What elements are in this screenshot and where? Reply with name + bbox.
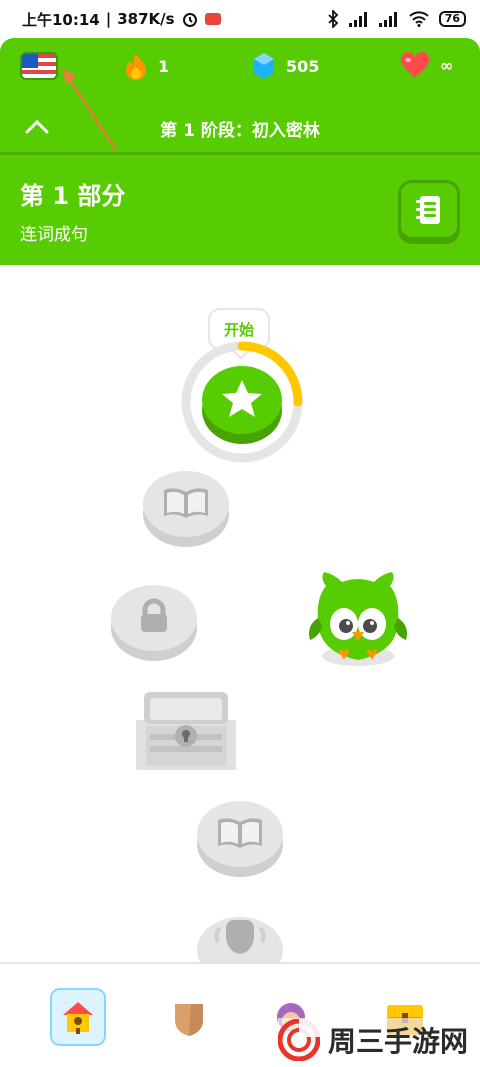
gems-counter[interactable]: 505 (252, 52, 319, 80)
status-right: 76 (327, 10, 466, 28)
notification-icon (204, 13, 221, 25)
streak-count: 1 (158, 56, 170, 76)
streak-counter[interactable]: 1 (124, 52, 169, 80)
gem-icon (254, 53, 274, 79)
gem-count: 505 (286, 56, 320, 76)
signal-icon-2 (378, 12, 397, 27)
fire-icon (126, 53, 146, 80)
status-network-speed: 387K/s (117, 10, 175, 28)
watermark-logo-icon (278, 1019, 320, 1061)
lesson-node-book-1[interactable] (142, 466, 230, 550)
guidebook-button[interactable] (398, 180, 460, 240)
battery-level: 76 (438, 11, 466, 27)
heart-icon (400, 52, 430, 77)
wifi-icon (408, 11, 429, 27)
flag-canton (22, 54, 38, 68)
trophy-node[interactable] (196, 912, 284, 962)
home-icon (63, 1002, 93, 1034)
hearts-count: ∞ (440, 55, 454, 75)
section-title: 第 1 部分 (20, 182, 126, 210)
book-icon (164, 488, 208, 518)
shield-icon (175, 1004, 203, 1036)
us-flag-icon[interactable] (20, 52, 58, 80)
section-subtitle: 连词成句 (20, 225, 88, 245)
hearts-counter[interactable]: ∞ (400, 52, 453, 78)
unit-title: 第 1 阶段：初入密林 (160, 120, 320, 141)
watermark: 周三手游网 (278, 1018, 475, 1062)
signal-icon (348, 12, 367, 27)
nav-leagues-tab[interactable] (164, 994, 214, 1044)
status-separator: | (105, 10, 112, 28)
nav-home-tab[interactable] (50, 988, 106, 1046)
status-bar: 上午10:14 | 387K/s 76 (0, 0, 480, 38)
status-time: 上午10:14 (22, 10, 100, 29)
chest-icon[interactable] (136, 690, 236, 774)
alarm-icon (182, 13, 197, 27)
book-icon (218, 818, 262, 848)
start-lesson-node[interactable] (180, 340, 304, 464)
start-tooltip-label: 开始 (223, 320, 254, 339)
annotation-arrow (62, 68, 118, 151)
chevron-up-icon[interactable] (24, 116, 50, 140)
watermark-text: 周三手游网 (328, 1025, 469, 1058)
bluetooth-icon (328, 10, 338, 28)
owl-mascot (309, 572, 407, 666)
lesson-node-locked[interactable] (110, 580, 198, 664)
status-left: 上午10:14 | 387K/s (22, 9, 221, 30)
lesson-node-book-2[interactable] (196, 796, 284, 880)
guidebook-icon (416, 196, 440, 224)
